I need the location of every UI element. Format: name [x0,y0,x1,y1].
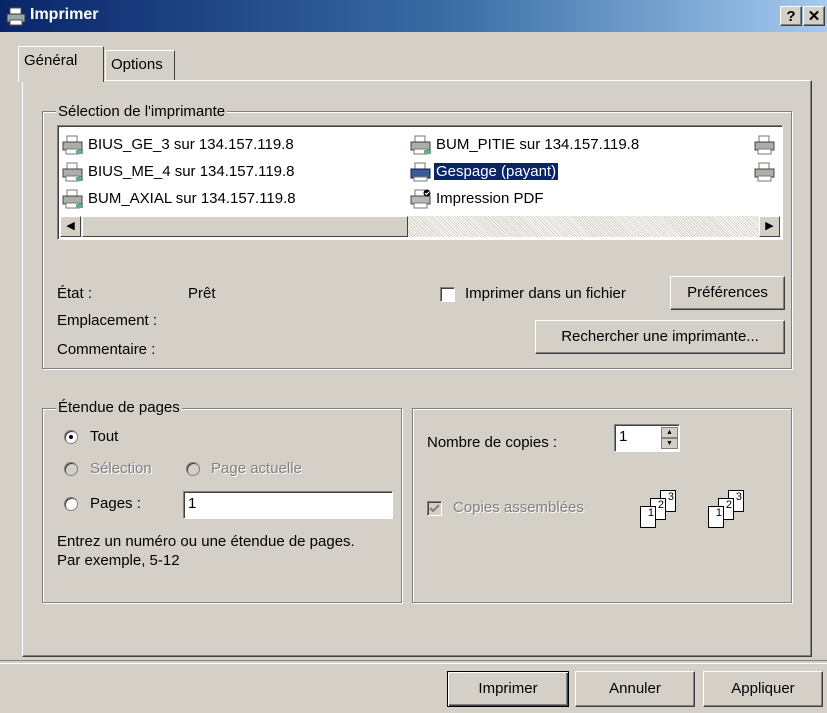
preferences-button[interactable]: Préférences [670,276,785,310]
pages-radio[interactable] [64,497,78,511]
scroll-left-icon[interactable]: ◀ [60,216,81,237]
printer-item[interactable]: Impression PDF [410,188,546,210]
network-printer-icon [410,135,432,155]
collate-label: Copies assemblées [453,499,584,516]
network-printer-icon [754,162,776,182]
print-to-file-label: Imprimer dans un fichier [465,285,626,302]
default-printer-icon [410,189,432,209]
collate-illustration-icon: 3 2 1 [630,490,700,540]
page-range-hint: Entrez un numéro ou une étendue de pages… [57,533,355,550]
all-pages-radio[interactable] [64,430,78,444]
printer-item-partial[interactable] [754,161,778,183]
printer-item[interactable]: BUM_PITIE sur 134.157.119.8 [410,134,641,156]
collate-checkbox[interactable] [427,501,442,516]
tab-general[interactable]: Général [18,46,104,82]
network-printer-icon [62,162,84,182]
printer-list[interactable]: BIUS_GE_3 sur 134.157.119.8 BIUS_ME_4 su… [57,125,783,240]
stepper-up-icon[interactable]: ▲ [661,427,678,438]
network-printer-icon [754,135,776,155]
collate-illustration-icon: 3 2 1 [698,490,768,540]
network-printer-icon [62,135,84,155]
page-range-label: Étendue de pages [56,399,182,416]
location-label: Emplacement : [57,312,158,329]
scroll-right-icon[interactable]: ▶ [759,216,780,237]
comment-label: Commentaire : [57,341,156,358]
print-to-file-checkbox[interactable] [440,287,455,302]
page-range-example: Par exemple, 5-12 [57,552,180,569]
printer-item[interactable]: BIUS_GE_3 sur 134.157.119.8 [62,134,296,156]
printer-icon [6,6,26,26]
printer-name: Gespage (payant) [432,162,560,181]
print-button[interactable]: Imprimer [447,671,569,707]
collate-page: 1 [640,506,656,528]
pages-label: Pages : [90,495,141,512]
printer-name: BIUS_GE_3 sur 134.157.119.8 [88,136,294,153]
printer-item-selected[interactable]: Gespage (payant) [410,161,560,183]
printer-icon [410,162,432,182]
selection-label: Sélection [90,460,152,477]
scroll-thumb[interactable] [82,216,408,237]
tab-options[interactable]: Options [105,50,175,80]
cancel-button[interactable]: Annuler [575,671,695,707]
collate-page: 1 [708,506,724,528]
printer-name: BUM_PITIE sur 134.157.119.8 [436,136,640,153]
printer-name: BIUS_ME_4 sur 134.157.119.8 [88,163,295,180]
close-button[interactable]: ✕ [803,6,825,26]
stepper-down-icon[interactable]: ▼ [661,438,678,449]
state-value: Prêt [188,285,216,302]
footer-divider [0,660,827,664]
copies-stepper[interactable]: ▲ ▼ [661,427,678,449]
window-title: Imprimer [30,6,99,23]
find-printer-button[interactable]: Rechercher une imprimante... [535,320,785,354]
horizontal-scrollbar[interactable]: ◀ ▶ [60,216,780,237]
current-page-radio[interactable] [186,462,200,476]
printer-name: BUM_AXIAL sur 134.157.119.8 [88,190,296,207]
apply-button[interactable]: Appliquer [703,671,823,707]
printer-item-partial[interactable] [754,134,778,156]
printer-name: Impression PDF [436,190,544,207]
state-label: État : [57,285,93,302]
copies-count-label: Nombre de copies : [427,434,558,451]
current-page-label: Page actuelle [211,460,302,477]
pages-input[interactable]: 1 [183,491,393,519]
selection-radio[interactable] [64,462,78,476]
title-bar: Imprimer ? ✕ [0,0,827,32]
printer-item[interactable]: BUM_AXIAL sur 134.157.119.8 [62,188,298,210]
all-pages-label: Tout [90,428,119,445]
help-button[interactable]: ? [780,6,802,26]
network-printer-icon [62,189,84,209]
printer-item[interactable]: BIUS_ME_4 sur 134.157.119.8 [62,161,297,183]
printer-selection-label: Sélection de l'imprimante [56,103,228,120]
